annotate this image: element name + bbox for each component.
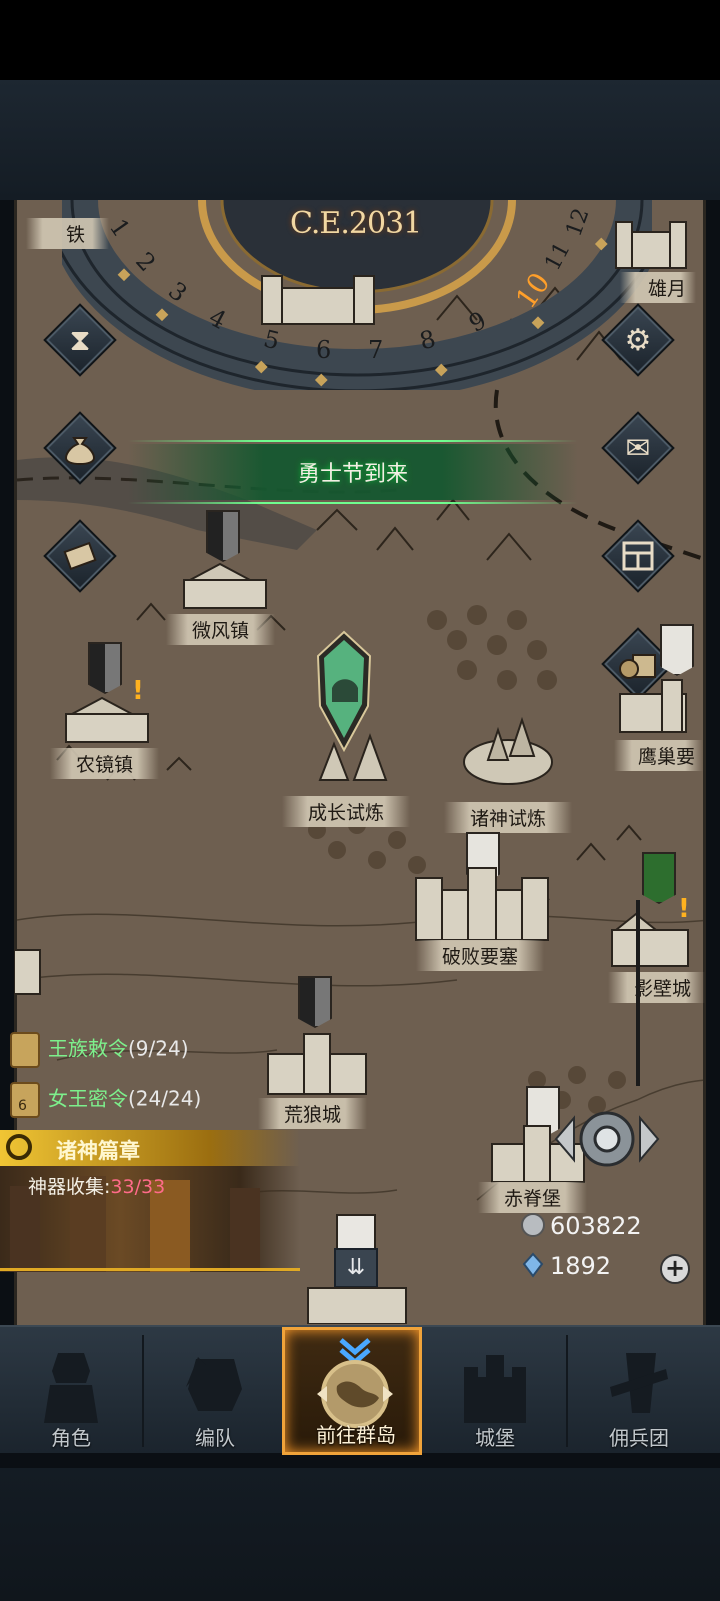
quest-badge: 6 xyxy=(18,1098,27,1114)
castle-icon xyxy=(267,1033,367,1095)
town-icon xyxy=(65,696,149,743)
location-label: 影壁城 xyxy=(608,972,706,1003)
location-label: 成长试炼 xyxy=(282,796,411,827)
locate-control[interactable] xyxy=(552,1104,662,1174)
artifact-count: 33/33 xyxy=(110,1176,166,1198)
banner-top-line xyxy=(128,440,578,442)
fortress-icon xyxy=(415,867,549,941)
crystal-amount: 1892 xyxy=(550,1252,612,1280)
mercenary-banner-icon xyxy=(610,1353,668,1413)
location-label: 破败要塞 xyxy=(416,940,545,971)
banner-bottom-line xyxy=(128,502,578,504)
castle-icon xyxy=(14,949,41,995)
silver-coin-icon xyxy=(521,1213,545,1237)
chapter-header: 诸神篇章 xyxy=(0,1130,300,1166)
silver-resource: 603822 xyxy=(520,1212,642,1240)
map-scrollbar[interactable] xyxy=(636,900,640,1086)
forest-icon xyxy=(318,733,388,781)
bottom-frame xyxy=(0,1468,720,1601)
globe-icon xyxy=(317,1338,393,1428)
grid-menu-icon xyxy=(600,518,676,594)
nav-label: 编队 xyxy=(195,1426,235,1450)
location-label: 诸神试炼 xyxy=(444,802,573,833)
town-icon xyxy=(183,562,267,609)
silver-amount: 603822 xyxy=(550,1212,642,1240)
status-bar xyxy=(0,0,720,80)
magnifier-icon xyxy=(6,1134,32,1160)
castle-icon xyxy=(261,275,375,325)
arrow-right-icon[interactable] xyxy=(639,1115,660,1163)
bottom-nav: 角色 编队 前往群岛 城堡 佣兵团 xyxy=(0,1325,720,1455)
mail-button[interactable]: ✉ xyxy=(600,410,676,486)
chapter-underline xyxy=(0,1268,300,1271)
arrow-left-icon[interactable] xyxy=(554,1115,575,1163)
mail-icon: ✉ xyxy=(625,430,651,466)
nav-label: 前往群岛 xyxy=(316,1423,396,1447)
scroll-icon xyxy=(42,518,118,594)
chapter-title: 诸神篇章 xyxy=(56,1139,140,1163)
castle-icon xyxy=(464,1355,526,1423)
castle-icon xyxy=(619,679,687,733)
nav-label: 佣兵团 xyxy=(609,1426,669,1450)
gear-icon: ⚙ xyxy=(624,322,652,358)
castle-icon xyxy=(615,221,687,269)
quest-royal-decree[interactable]: 王族敕令(9/24) xyxy=(10,1032,189,1068)
location-label: 农镜镇 xyxy=(50,748,160,779)
chapter-panel[interactable]: 诸神篇章 神器收集:33/33 xyxy=(0,1130,300,1272)
location-label: 鹰巢要 xyxy=(614,740,704,771)
nav-mercenary[interactable]: 佣兵团 xyxy=(568,1327,702,1455)
location-label: 荒狼城 xyxy=(258,1098,368,1129)
faction-flag xyxy=(642,852,676,904)
floating-island-icon xyxy=(463,716,553,785)
money-bag-button[interactable] xyxy=(42,410,118,486)
quest-name: 女王密令 xyxy=(48,1086,128,1111)
helmet-icon xyxy=(186,1357,242,1411)
grid-menu-button[interactable] xyxy=(600,518,676,594)
nav-castle[interactable]: 城堡 xyxy=(424,1327,566,1455)
scroll-button[interactable] xyxy=(42,518,118,594)
location-label: 雄月 xyxy=(620,272,697,303)
faction-flag xyxy=(298,976,332,1028)
month-6: 6 xyxy=(316,336,332,364)
quest-progress: (9/24) xyxy=(128,1036,189,1061)
event-banner[interactable]: 勇士节到来 xyxy=(128,432,578,512)
settings-button[interactable]: ⚙ xyxy=(600,302,676,378)
quest-queen-order[interactable]: 6 女王密令(24/24) xyxy=(10,1082,201,1118)
nav-label: 城堡 xyxy=(475,1426,515,1450)
faction-flag xyxy=(206,510,240,562)
add-crystal-button[interactable]: + xyxy=(660,1254,690,1284)
nav-label: 角色 xyxy=(51,1426,91,1450)
location-label: 赤脊堡 xyxy=(478,1182,588,1213)
hourglass-icon: ⧗ xyxy=(69,322,91,358)
top-frame xyxy=(0,80,720,200)
quest-progress: (24/24) xyxy=(128,1086,202,1111)
knight-icon xyxy=(44,1353,98,1423)
event-banner-text: 勇士节到来 xyxy=(297,462,408,487)
faction-flag xyxy=(660,624,694,676)
castle-icon xyxy=(307,1287,407,1324)
crystal-resource: 1892 xyxy=(520,1252,611,1280)
location-label: 铁 xyxy=(26,218,110,249)
faction-flag xyxy=(88,642,122,694)
artifact-collection: 神器收集:33/33 xyxy=(28,1172,165,1199)
artifact-label: 神器收集: xyxy=(28,1176,111,1198)
crystal-icon xyxy=(522,1252,544,1278)
money-bag-icon xyxy=(42,410,118,486)
quest-name: 王族敕令 xyxy=(48,1036,128,1061)
calendar-year: C.E.2031 xyxy=(290,206,422,241)
scroll-icon xyxy=(10,1032,40,1068)
month-7: 7 xyxy=(368,336,384,364)
nav-go-islands[interactable]: 前往群岛 xyxy=(282,1327,422,1455)
location-label: 微风镇 xyxy=(166,614,276,645)
scroll-icon: 6 xyxy=(10,1082,40,1118)
nav-character[interactable]: 角色 xyxy=(0,1327,142,1455)
hourglass-button[interactable]: ⧗ xyxy=(42,302,118,378)
nav-formation[interactable]: 编队 xyxy=(144,1327,286,1455)
castle-icon xyxy=(611,912,689,967)
